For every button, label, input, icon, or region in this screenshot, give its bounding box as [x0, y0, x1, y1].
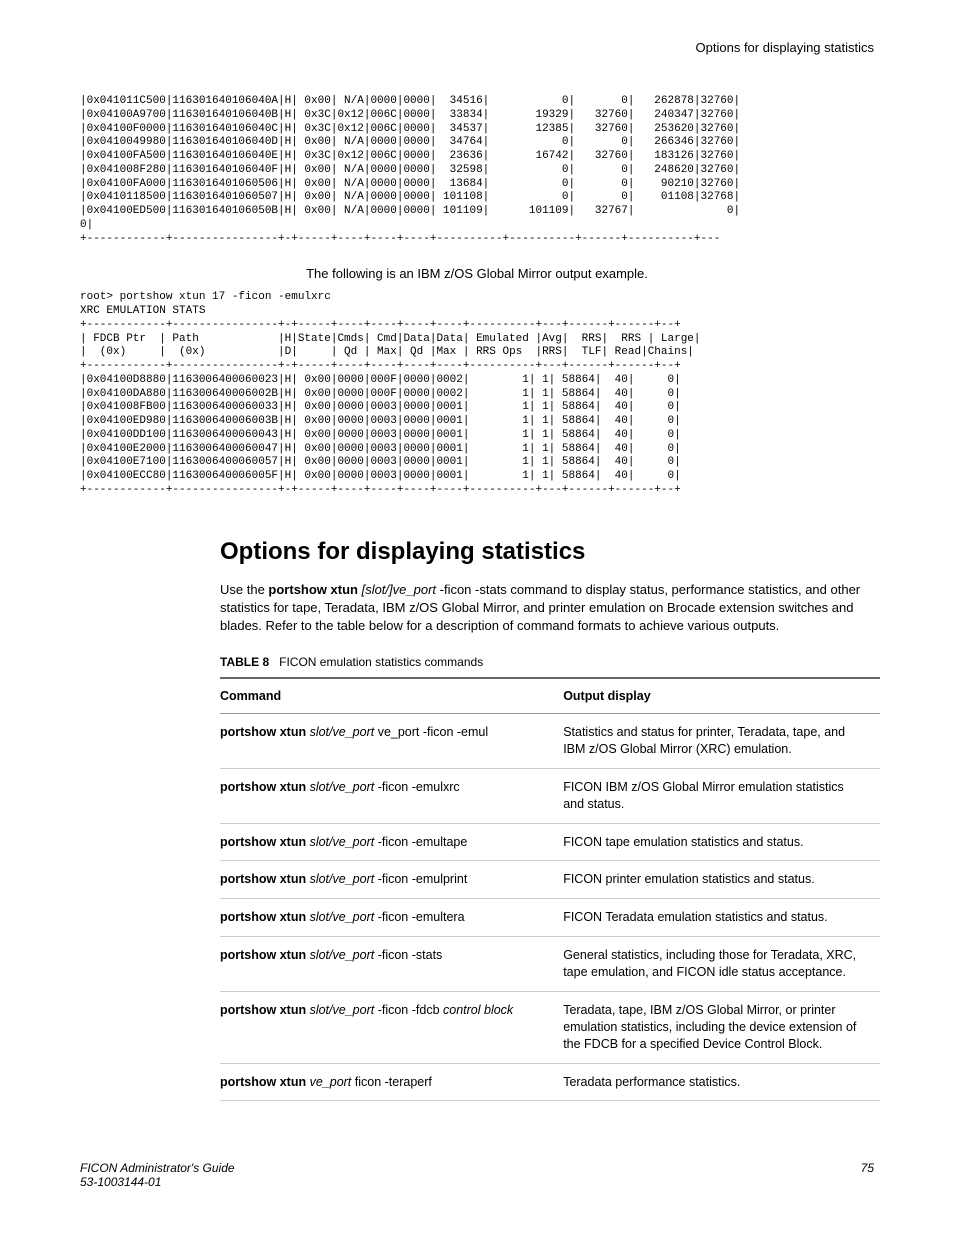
page-header-title: Options for displaying statistics	[80, 40, 874, 55]
command-cell: portshow xtun slot/ve_port -ficon -emult…	[220, 823, 563, 861]
command-cell: portshow xtun slot/ve_port -ficon -stats	[220, 937, 563, 992]
output-cell: Statistics and status for printer, Terad…	[563, 714, 880, 769]
footer-title: FICON Administrator's Guide	[80, 1161, 235, 1175]
output-cell: FICON IBM z/OS Global Mirror emulation s…	[563, 768, 880, 823]
caption-1: The following is an IBM z/OS Global Mirr…	[80, 266, 874, 281]
table-row: portshow xtun slot/ve_port -ficon -emult…	[220, 899, 880, 937]
table-header-output: Output display	[563, 678, 880, 714]
output-cell: FICON Teradata emulation statistics and …	[563, 899, 880, 937]
page-footer: FICON Administrator's Guide 53-1003144-0…	[80, 1161, 874, 1189]
footer-page-number: 75	[861, 1161, 874, 1189]
body-paragraph: Use the portshow xtun [slot/]ve_port -fi…	[220, 581, 874, 636]
command-cell: portshow xtun slot/ve_port -ficon -emult…	[220, 899, 563, 937]
output-cell: FICON tape emulation statistics and stat…	[563, 823, 880, 861]
table-row: portshow xtun slot/ve_port -ficon -emulx…	[220, 768, 880, 823]
command-cell: portshow xtun slot/ve_port ve_port -fico…	[220, 714, 563, 769]
commands-table: Command Output display portshow xtun slo…	[220, 677, 880, 1101]
output-cell: Teradata performance statistics.	[563, 1063, 880, 1101]
table-caption: TABLE 8 FICON emulation statistics comma…	[220, 655, 874, 669]
code-output-2: root> portshow xtun 17 -ficon -emulxrc X…	[80, 291, 874, 497]
command-cell: portshow xtun slot/ve_port -ficon -emulp…	[220, 861, 563, 899]
command-cell: portshow xtun slot/ve_port -ficon -emulx…	[220, 768, 563, 823]
footer-docnum: 53-1003144-01	[80, 1175, 235, 1189]
output-cell: General statistics, including those for …	[563, 937, 880, 992]
section-heading: Options for displaying statistics	[220, 538, 874, 566]
table-row: portshow xtun ve_port ficon -teraperfTer…	[220, 1063, 880, 1101]
table-row: portshow xtun slot/ve_port -ficon -emulp…	[220, 861, 880, 899]
table-row: portshow xtun slot/ve_port -ficon -fdcb …	[220, 991, 880, 1063]
output-cell: Teradata, tape, IBM z/OS Global Mirror, …	[563, 991, 880, 1063]
command-cell: portshow xtun slot/ve_port -ficon -fdcb …	[220, 991, 563, 1063]
table-row: portshow xtun slot/ve_port -ficon -stats…	[220, 937, 880, 992]
table-row: portshow xtun slot/ve_port ve_port -fico…	[220, 714, 880, 769]
table-row: portshow xtun slot/ve_port -ficon -emult…	[220, 823, 880, 861]
output-cell: FICON printer emulation statistics and s…	[563, 861, 880, 899]
table-header-command: Command	[220, 678, 563, 714]
command-cell: portshow xtun ve_port ficon -teraperf	[220, 1063, 563, 1101]
code-output-1: |0x041011C500|116301640106040A|H| 0x00| …	[80, 95, 874, 246]
